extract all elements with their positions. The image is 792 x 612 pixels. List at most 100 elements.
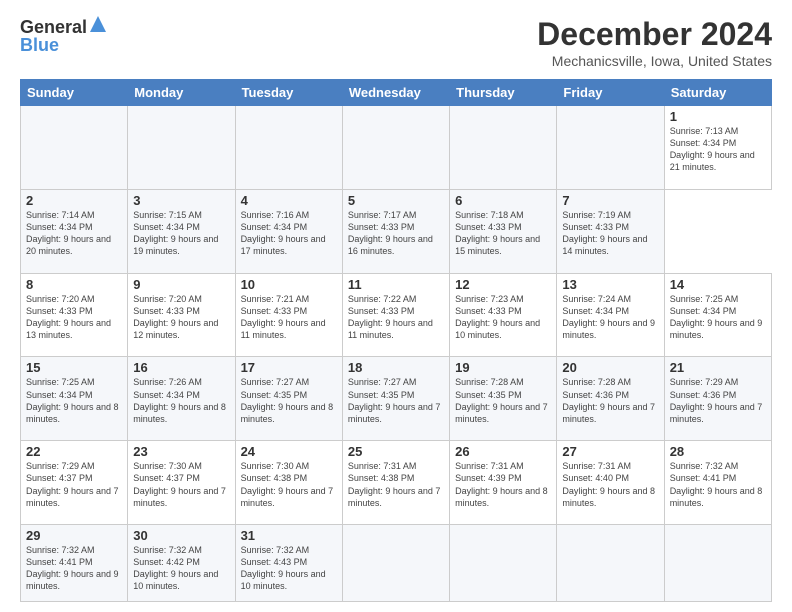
day-info: Sunrise: 7:28 AMSunset: 4:36 PMDaylight:…	[562, 377, 655, 423]
day-info: Sunrise: 7:21 AMSunset: 4:33 PMDaylight:…	[241, 294, 326, 340]
empty-cell	[450, 525, 557, 602]
day-number: 27	[562, 444, 658, 459]
day-number: 9	[133, 277, 229, 292]
calendar-day-cell: 20 Sunrise: 7:28 AMSunset: 4:36 PMDayligh…	[557, 357, 664, 441]
empty-cell	[235, 106, 342, 190]
calendar-day-cell: 3 Sunrise: 7:15 AMSunset: 4:34 PMDaylight…	[128, 189, 235, 273]
day-of-week-friday: Friday	[557, 80, 664, 106]
calendar-week-row: 2 Sunrise: 7:14 AMSunset: 4:34 PMDaylight…	[21, 189, 772, 273]
day-info: Sunrise: 7:26 AMSunset: 4:34 PMDaylight:…	[133, 377, 226, 423]
day-info: Sunrise: 7:28 AMSunset: 4:35 PMDaylight:…	[455, 377, 548, 423]
day-number: 16	[133, 360, 229, 375]
calendar-day-cell: 25Sunrise: 7:31 AMSunset: 4:38 PMDayligh…	[342, 441, 449, 525]
day-number: 11	[348, 277, 444, 292]
empty-cell	[664, 525, 771, 602]
day-info: Sunrise: 7:18 AMSunset: 4:33 PMDaylight:…	[455, 210, 540, 256]
empty-cell	[557, 525, 664, 602]
day-number: 15	[26, 360, 122, 375]
day-number: 22	[26, 444, 122, 459]
calendar-day-cell: 9Sunrise: 7:20 AMSunset: 4:33 PMDaylight…	[128, 273, 235, 357]
day-number: 17	[241, 360, 337, 375]
calendar-day-cell: 15 Sunrise: 7:25 AMSunset: 4:34 PMDayligh…	[21, 357, 128, 441]
day-number: 10	[241, 277, 337, 292]
empty-cell	[557, 106, 664, 190]
day-number: 28	[670, 444, 766, 459]
day-info: Sunrise: 7:23 AMSunset: 4:33 PMDaylight:…	[455, 294, 540, 340]
day-info: Sunrise: 7:32 AMSunset: 4:42 PMDaylight:…	[133, 545, 218, 591]
day-info: Sunrise: 7:30 AMSunset: 4:37 PMDaylight:…	[133, 461, 226, 507]
calendar-week-row: 22 Sunrise: 7:29 AMSunset: 4:37 PMDayligh…	[21, 441, 772, 525]
day-info: Sunrise: 7:29 AMSunset: 4:37 PMDaylight:…	[26, 461, 119, 507]
empty-cell	[128, 106, 235, 190]
day-number: 3	[133, 193, 229, 208]
calendar-day-cell: 18 Sunrise: 7:27 AMSunset: 4:35 PMDayligh…	[342, 357, 449, 441]
day-info: Sunrise: 7:25 AMSunset: 4:34 PMDaylight:…	[670, 294, 763, 340]
day-of-week-tuesday: Tuesday	[235, 80, 342, 106]
day-of-week-sunday: Sunday	[21, 80, 128, 106]
page: General Blue December 2024 Mechanicsvill…	[0, 0, 792, 612]
calendar-week-row: 15 Sunrise: 7:25 AMSunset: 4:34 PMDayligh…	[21, 357, 772, 441]
day-info: Sunrise: 7:31 AMSunset: 4:38 PMDaylight:…	[348, 461, 441, 507]
day-info: Sunrise: 7:27 AMSunset: 4:35 PMDaylight:…	[348, 377, 441, 423]
day-number: 6	[455, 193, 551, 208]
location: Mechanicsville, Iowa, United States	[537, 53, 772, 69]
day-info: Sunrise: 7:31 AMSunset: 4:40 PMDaylight:…	[562, 461, 655, 507]
calendar-day-cell: 1Sunrise: 7:13 AMSunset: 4:34 PMDaylight…	[664, 106, 771, 190]
day-number: 29	[26, 528, 122, 543]
day-info: Sunrise: 7:16 AMSunset: 4:34 PMDaylight:…	[241, 210, 326, 256]
calendar-week-row: 1Sunrise: 7:13 AMSunset: 4:34 PMDaylight…	[21, 106, 772, 190]
day-number: 12	[455, 277, 551, 292]
day-of-week-thursday: Thursday	[450, 80, 557, 106]
calendar-day-cell: 22 Sunrise: 7:29 AMSunset: 4:37 PMDayligh…	[21, 441, 128, 525]
day-info: Sunrise: 7:32 AMSunset: 4:41 PMDaylight:…	[26, 545, 119, 591]
empty-cell	[21, 106, 128, 190]
calendar-header-row: SundayMondayTuesdayWednesdayThursdayFrid…	[21, 80, 772, 106]
calendar-day-cell: 11Sunrise: 7:22 AMSunset: 4:33 PMDayligh…	[342, 273, 449, 357]
empty-cell	[342, 525, 449, 602]
calendar-day-cell: 21Sunrise: 7:29 AMSunset: 4:36 PMDayligh…	[664, 357, 771, 441]
day-number: 5	[348, 193, 444, 208]
day-info: Sunrise: 7:25 AMSunset: 4:34 PMDaylight:…	[26, 377, 119, 423]
empty-cell	[342, 106, 449, 190]
day-number: 7	[562, 193, 658, 208]
calendar-day-cell: 4 Sunrise: 7:16 AMSunset: 4:34 PMDaylight…	[235, 189, 342, 273]
month-title: December 2024	[537, 16, 772, 53]
calendar-day-cell: 14 Sunrise: 7:25 AMSunset: 4:34 PMDayligh…	[664, 273, 771, 357]
calendar-day-cell: 23Sunrise: 7:30 AMSunset: 4:37 PMDayligh…	[128, 441, 235, 525]
day-number: 4	[241, 193, 337, 208]
calendar-day-cell: 31Sunrise: 7:32 AMSunset: 4:43 PMDayligh…	[235, 525, 342, 602]
day-info: Sunrise: 7:30 AMSunset: 4:38 PMDaylight:…	[241, 461, 334, 507]
day-of-week-wednesday: Wednesday	[342, 80, 449, 106]
day-number: 20	[562, 360, 658, 375]
calendar-table: SundayMondayTuesdayWednesdayThursdayFrid…	[20, 79, 772, 602]
calendar-day-cell: 12 Sunrise: 7:23 AMSunset: 4:33 PMDayligh…	[450, 273, 557, 357]
title-block: December 2024 Mechanicsville, Iowa, Unit…	[537, 16, 772, 69]
day-info: Sunrise: 7:15 AMSunset: 4:34 PMDaylight:…	[133, 210, 218, 256]
day-info: Sunrise: 7:27 AMSunset: 4:35 PMDaylight:…	[241, 377, 334, 423]
day-info: Sunrise: 7:32 AMSunset: 4:43 PMDaylight:…	[241, 545, 326, 591]
calendar-day-cell: 5 Sunrise: 7:17 AMSunset: 4:33 PMDaylight…	[342, 189, 449, 273]
day-info: Sunrise: 7:14 AMSunset: 4:34 PMDaylight:…	[26, 210, 111, 256]
calendar-day-cell: 10 Sunrise: 7:21 AMSunset: 4:33 PMDayligh…	[235, 273, 342, 357]
day-number: 2	[26, 193, 122, 208]
day-info: Sunrise: 7:32 AMSunset: 4:41 PMDaylight:…	[670, 461, 763, 507]
calendar-day-cell: 29 Sunrise: 7:32 AMSunset: 4:41 PMDayligh…	[21, 525, 128, 602]
calendar-day-cell: 7Sunrise: 7:19 AMSunset: 4:33 PMDaylight…	[557, 189, 664, 273]
calendar-day-cell: 13Sunrise: 7:24 AMSunset: 4:34 PMDayligh…	[557, 273, 664, 357]
day-info: Sunrise: 7:13 AMSunset: 4:34 PMDaylight:…	[670, 126, 755, 172]
day-info: Sunrise: 7:17 AMSunset: 4:33 PMDaylight:…	[348, 210, 433, 256]
calendar-day-cell: 16 Sunrise: 7:26 AMSunset: 4:34 PMDayligh…	[128, 357, 235, 441]
calendar-day-cell: 2 Sunrise: 7:14 AMSunset: 4:34 PMDaylight…	[21, 189, 128, 273]
day-number: 21	[670, 360, 766, 375]
calendar-day-cell: 27 Sunrise: 7:31 AMSunset: 4:40 PMDayligh…	[557, 441, 664, 525]
calendar-week-row: 8 Sunrise: 7:20 AMSunset: 4:33 PMDaylight…	[21, 273, 772, 357]
logo: General Blue	[20, 16, 106, 56]
day-number: 8	[26, 277, 122, 292]
empty-cell	[450, 106, 557, 190]
logo-arrow-icon	[90, 16, 106, 37]
day-info: Sunrise: 7:20 AMSunset: 4:33 PMDaylight:…	[26, 294, 111, 340]
header: General Blue December 2024 Mechanicsvill…	[20, 16, 772, 69]
day-number: 24	[241, 444, 337, 459]
day-number: 18	[348, 360, 444, 375]
day-number: 14	[670, 277, 766, 292]
